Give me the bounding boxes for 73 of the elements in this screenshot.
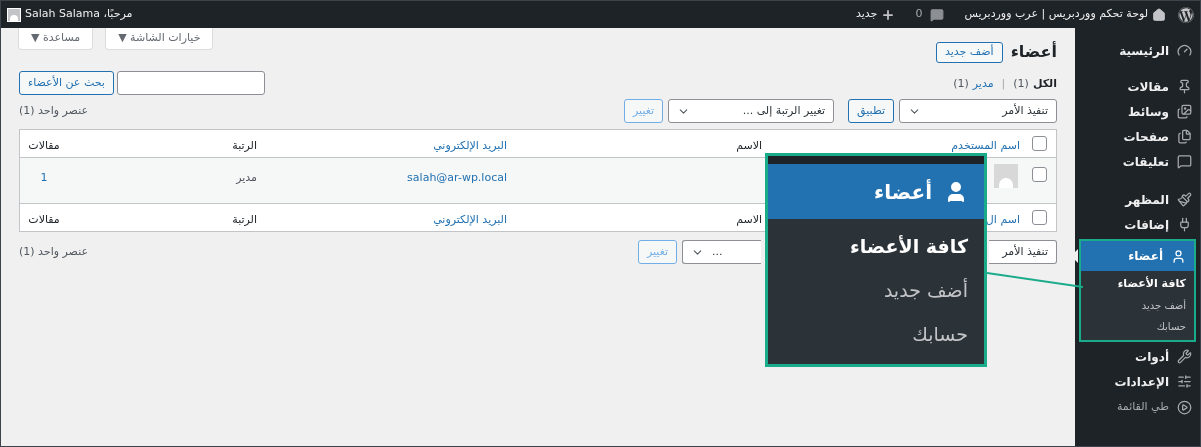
paintbrush-icon [1177,192,1192,207]
menu-item[interactable]: المظهر [1075,187,1200,212]
plug-icon [1177,217,1192,232]
view-link[interactable]: الكل [1032,75,1057,92]
menu-item[interactable]: مقالات [1075,74,1200,99]
new-link[interactable]: جديد [856,6,896,23]
menu-item[interactable]: تعليقات [1075,149,1200,174]
column-header: الرتبة [232,138,257,152]
column-header: الاسم [736,138,762,152]
pin-icon [1177,79,1192,94]
column-header: الاسم [736,212,762,226]
column-header: مقالات [28,138,60,152]
avatar-icon [994,164,1018,188]
menu-item[interactable]: أدوات [1075,344,1200,369]
wrench-icon [1177,349,1192,364]
callout-header: أعضاء [768,164,984,219]
checkbox[interactable] [1031,210,1047,225]
view-count: (1) [1013,75,1029,92]
page-title: أعضاء [1010,40,1057,63]
action-button[interactable]: بحث عن الأعضاء [19,71,114,95]
menu-item[interactable]: الإعدادات [1075,369,1200,394]
comments-link[interactable]: 0 [915,6,945,23]
search-field[interactable] [116,71,265,95]
column-header: مقالات [28,212,60,226]
images-icon [1177,104,1192,119]
menu-item[interactable]: وسائط [1075,99,1200,124]
callout-item: أضف جديد [882,277,968,303]
sliders-icon [1177,374,1192,389]
account-link[interactable]: مرحبًا، Salah Salama [7,6,133,23]
submenu-item[interactable]: كافة الأعضاء [1081,274,1194,295]
column-header[interactable]: البريد الإلكتروني [433,138,507,152]
menu-item[interactable]: الرئيسية [1075,38,1200,63]
view-link[interactable]: مدير [972,75,994,92]
role-text: مدير [236,171,257,184]
dropdown-select[interactable]: تنفيذ الأمر [899,99,1057,123]
plus-icon [881,7,896,22]
checkbox[interactable] [1031,167,1047,182]
checkbox[interactable] [1031,136,1047,151]
gauge-icon [1177,43,1192,58]
column-header[interactable]: البريد الإلكتروني [433,212,507,226]
pages-icon [1177,129,1192,144]
add-new-button[interactable]: أضف جديد [935,41,1003,63]
submenu-item[interactable]: حسابك [1081,316,1194,337]
posts-link[interactable]: 1 [40,171,48,184]
site-link[interactable]: لوحة تحكم ووردبريس | عرب ووردبريس [964,6,1166,23]
item-count: عنصر واحد (1) [19,102,88,119]
dropdown-select[interactable]: ... [682,240,761,264]
play-icon [1177,400,1192,415]
user-icon [1171,248,1186,264]
wordpress-icon[interactable] [1178,6,1194,23]
dropdown-select[interactable]: تنفيذ الأمر [989,240,1057,264]
email-link[interactable]: salah@ar-wp.local [407,171,507,184]
menu-item[interactable]: أعضاء [1081,241,1194,271]
view-separator: | [1000,75,1007,92]
action-button[interactable]: تطبيق [848,99,894,123]
dropdown-select[interactable]: تغيير الرتبة إلى ... [668,99,835,123]
comment-icon [930,7,945,22]
screen-meta-tab[interactable]: مساعدة ▼ [18,28,94,50]
screen-meta-tab[interactable]: خيارات الشاشة ▼ [105,28,214,50]
column-header: الرتبة [232,212,257,226]
item-count: عنصر واحد (1) [19,243,88,260]
collapse-menu-button[interactable]: طي القائمة [1075,394,1200,421]
avatar-icon [7,7,21,22]
view-count: (1) [953,75,969,92]
home-icon [1152,7,1166,22]
comment-icon [1177,154,1192,169]
callout-item: كافة الأعضاء [849,233,968,259]
column-header[interactable]: اسم المستخدم [951,138,1020,152]
submenu-item[interactable]: أضف جديد [1081,295,1194,316]
column-header[interactable]: اسم ال [985,212,1020,226]
menu-item[interactable]: صفحات [1075,124,1200,149]
callout-item: حسابك [911,321,968,347]
menu-item[interactable]: إضافات [1075,212,1200,237]
